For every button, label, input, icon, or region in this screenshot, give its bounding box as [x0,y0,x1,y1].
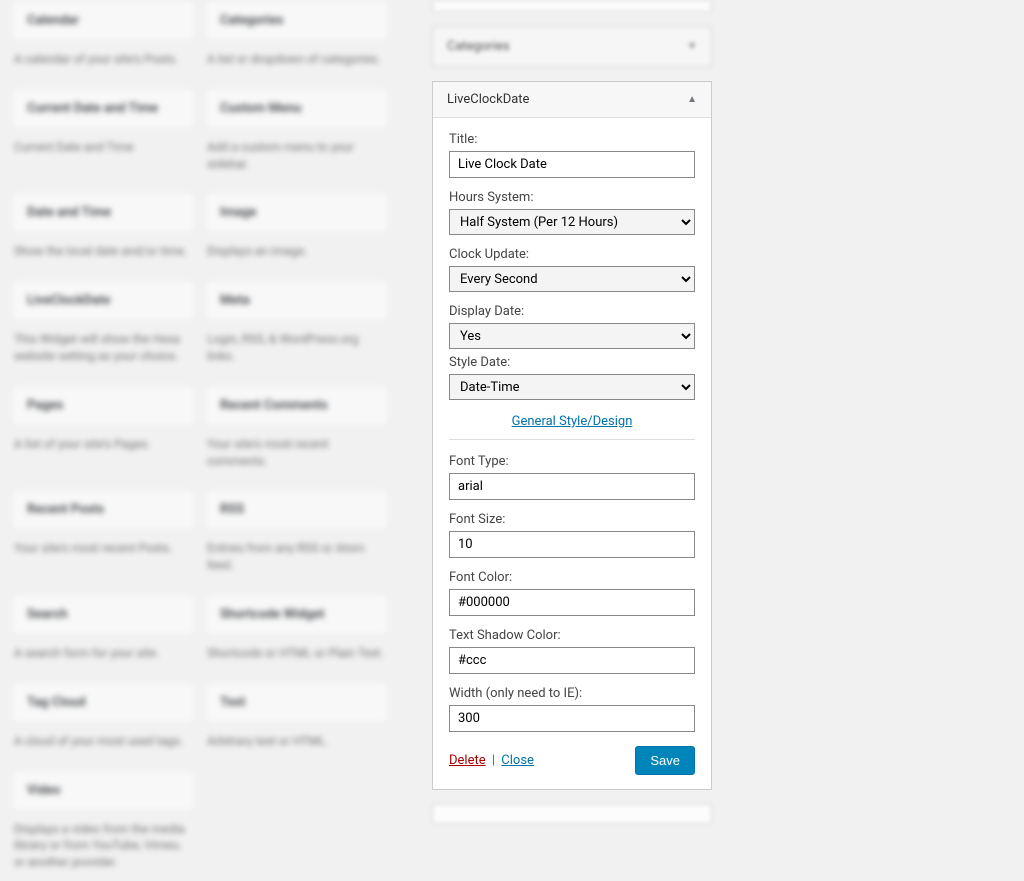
widget-liveclockdate: LiveClockDate ▲ Title: Hours System: Hal… [432,81,712,790]
general-style-link[interactable]: General Style/Design [512,414,633,429]
available-widget[interactable]: MetaLogin, RSS, & WordPress.org links. [205,280,388,375]
available-widget-title: Search [12,594,195,635]
label-style-date: Style Date: [449,355,695,370]
footer-links: Delete | Close [449,753,534,768]
available-widget-desc: Current Date and Time [12,129,195,166]
font-type-input[interactable] [449,473,695,500]
available-widget-desc: Your site's most recent Posts. [12,530,195,567]
available-widget[interactable]: CalendarA calendar of your site's Posts. [12,0,195,78]
available-widget-title: Custom Menu [205,88,388,129]
available-widget-title: Recent Posts [12,489,195,530]
available-widget-desc: Arbitrary text or HTML. [205,723,388,760]
label-title: Title: [449,132,695,147]
available-widget-title: Meta [205,280,388,321]
available-widget-desc: A calendar of your site's Posts. [12,41,195,78]
available-widget-title: Categories [205,0,388,41]
available-widget[interactable]: Recent PostsYour site's most recent Post… [12,489,195,584]
available-widget-desc: Entries from any RSS or Atom feed. [205,530,388,584]
available-widget-desc: A list or dropdown of categories. [205,41,388,78]
available-widget-title: Calendar [12,0,195,41]
collapsed-widget-bottom [432,804,712,824]
widget-form: Title: Hours System: Half System (Per 12… [433,117,711,789]
collapsed-widget-categories[interactable]: Categories ▼ [432,26,712,67]
widget-header-toggle[interactable]: LiveClockDate ▲ [433,82,711,117]
available-widget-title: Date and Time [12,192,195,233]
widget-footer: Delete | Close Save [449,746,695,775]
available-widget[interactable]: TextArbitrary text or HTML. [205,682,388,760]
label-text-shadow: Text Shadow Color: [449,628,695,643]
available-widget-title: Image [205,192,388,233]
close-link[interactable]: Close [501,753,534,768]
available-widget[interactable]: Recent CommentsYour site's most recent c… [205,385,388,480]
available-widget-desc: A cloud of your most used tags. [12,723,195,760]
display-date-select[interactable]: Yes [449,323,695,349]
chevron-up-icon: ▲ [687,94,697,105]
style-date-select[interactable]: Date-Time [449,374,695,400]
text-shadow-input[interactable] [449,647,695,674]
width-input[interactable] [449,705,695,732]
available-widget[interactable]: LiveClockDateThis Widget will show the H… [12,280,195,375]
available-widget-title: Pages [12,385,195,426]
available-widgets-panel: CalendarA calendar of your site's Posts.… [0,0,400,881]
available-widget[interactable]: Shortcode WidgetShortcode or HTML or Pla… [205,594,388,672]
label-clock-update: Clock Update: [449,247,695,262]
available-widget-desc: Shortcode or HTML or Plain Text. [205,635,388,672]
collapsed-widget-label: Categories [447,39,510,54]
label-hours-system: Hours System: [449,190,695,205]
available-widget-desc: Show the local date and/or time. [12,233,195,270]
available-widget-desc: Your site's most recent comments. [205,426,388,480]
available-widget-title: Recent Comments [205,385,388,426]
available-widget[interactable]: PagesA list of your site's Pages. [12,385,195,480]
available-widget[interactable]: Current Date and TimeCurrent Date and Ti… [12,88,195,183]
available-widget-desc: Displays a video from the media library … [12,811,195,881]
chevron-down-icon: ▼ [687,41,697,52]
label-display-date: Display Date: [449,304,695,319]
available-widget[interactable]: RSSEntries from any RSS or Atom feed. [205,489,388,584]
collapsed-widget-top [432,0,712,12]
section-divider: General Style/Design [449,414,695,440]
available-widget-title: Current Date and Time [12,88,195,129]
label-width: Width (only need to IE): [449,686,695,701]
available-widget[interactable]: Date and TimeShow the local date and/or … [12,192,195,270]
available-widget-desc: A search form for your site. [12,635,195,672]
available-widget-title: Tag Cloud [12,682,195,723]
available-widget[interactable]: VideoDisplays a video from the media lib… [12,770,195,881]
available-widget-title: Shortcode Widget [205,594,388,635]
available-widget-title: Text [205,682,388,723]
available-widget-desc: This Widget will show the Hexa website s… [12,321,195,375]
widget-title: LiveClockDate [447,92,529,107]
available-widget-desc: Displays an image. [205,233,388,270]
available-widget-title: RSS [205,489,388,530]
label-font-type: Font Type: [449,454,695,469]
available-widget[interactable]: Tag CloudA cloud of your most used tags. [12,682,195,760]
available-widget-desc: A list of your site's Pages. [12,426,195,463]
delete-link[interactable]: Delete [449,753,486,768]
hours-system-select[interactable]: Half System (Per 12 Hours) [449,209,695,235]
separator: | [492,753,495,768]
available-widget[interactable]: ImageDisplays an image. [205,192,388,270]
clock-update-select[interactable]: Every Second [449,266,695,292]
save-button[interactable]: Save [635,746,695,775]
font-color-input[interactable] [449,589,695,616]
widget-area-panel: Categories ▼ LiveClockDate ▲ Title: Hour… [432,0,712,881]
available-widget[interactable]: CategoriesA list or dropdown of categori… [205,0,388,78]
available-widget-desc: Add a custom menu to your sidebar. [205,129,388,183]
available-widget[interactable]: Custom MenuAdd a custom menu to your sid… [205,88,388,183]
label-font-size: Font Size: [449,512,695,527]
available-widget-title: Video [12,770,195,811]
available-widget[interactable]: SearchA search form for your site. [12,594,195,672]
font-size-input[interactable] [449,531,695,558]
available-widget-title: LiveClockDate [12,280,195,321]
title-input[interactable] [449,151,695,178]
label-font-color: Font Color: [449,570,695,585]
available-widget-desc: Login, RSS, & WordPress.org links. [205,321,388,375]
